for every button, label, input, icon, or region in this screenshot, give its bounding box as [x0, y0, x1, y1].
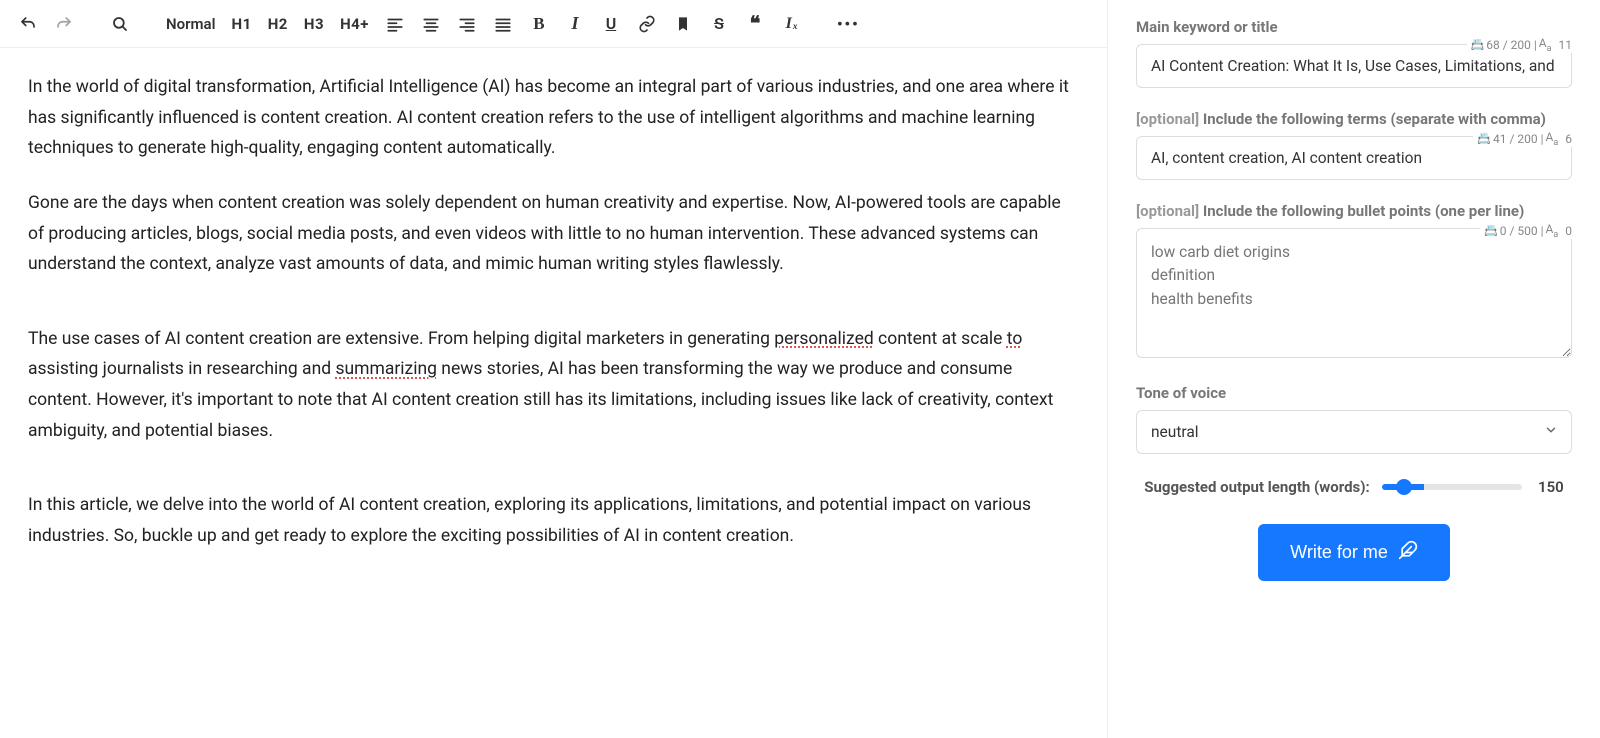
bullets-counter: 📇 0 / 500 | Aa 0: [1480, 222, 1572, 239]
undo-button[interactable]: [14, 10, 42, 38]
italic-button[interactable]: I: [561, 10, 589, 38]
editor-content[interactable]: In the world of digital transformation, …: [0, 48, 1107, 738]
bullets-field-group: [optional] Include the following bullet …: [1136, 202, 1572, 362]
char-count-icon: 📇: [1484, 224, 1498, 237]
char-count-icon: 📇: [1477, 132, 1491, 145]
text: content at scale: [874, 329, 1007, 349]
spellcheck-mark[interactable]: summarizing: [335, 359, 437, 379]
format-h1[interactable]: H1: [227, 10, 255, 38]
align-right-button[interactable]: [453, 10, 481, 38]
format-h2[interactable]: H2: [264, 10, 292, 38]
char-count-icon: 📇: [1471, 38, 1485, 51]
length-label: Suggested output length (words):: [1144, 478, 1370, 496]
tone-field-group: Tone of voice neutral: [1136, 384, 1572, 454]
spellcheck-mark[interactable]: personalized: [774, 329, 873, 349]
bullets-textarea[interactable]: [1136, 228, 1572, 358]
write-for-me-button[interactable]: Write for me: [1258, 524, 1450, 581]
toolbar: Normal H1 H2 H3 H4+ B I U S ❝ Ix •••: [0, 0, 1107, 48]
underline-button[interactable]: U: [597, 10, 625, 38]
length-slider-row: Suggested output length (words): 150: [1136, 478, 1572, 496]
redo-button[interactable]: [50, 10, 78, 38]
terms-counter: 📇 41 / 200 | Aa 6: [1473, 130, 1572, 147]
settings-panel: Main keyword or title 📇 68 / 200 | Aa 11…: [1108, 0, 1600, 738]
bullets-label-text: Include the following bullet points (one…: [1199, 202, 1524, 220]
link-button[interactable]: [633, 10, 661, 38]
char-count: 68 / 200 |: [1486, 38, 1537, 52]
clear-format-button[interactable]: Ix: [777, 10, 805, 38]
strikethrough-button[interactable]: S: [705, 10, 733, 38]
word-count-icon: Aa: [1546, 222, 1559, 239]
format-h4plus[interactable]: H4+: [336, 10, 373, 38]
terms-field-group: [optional] Include the following terms (…: [1136, 110, 1572, 180]
format-h3[interactable]: H3: [300, 10, 328, 38]
bookmark-button[interactable]: [669, 10, 697, 38]
bullets-label: [optional] Include the following bullet …: [1136, 202, 1572, 220]
word-count-icon: Aa: [1546, 130, 1559, 147]
paragraph[interactable]: Gone are the days when content creation …: [28, 188, 1079, 280]
tone-label: Tone of voice: [1136, 384, 1572, 402]
char-count: 0 / 500 |: [1500, 224, 1544, 238]
more-button[interactable]: •••: [833, 10, 864, 38]
paragraph[interactable]: In the world of digital transformation, …: [28, 72, 1079, 164]
editor-area: Normal H1 H2 H3 H4+ B I U S ❝ Ix ••• I: [0, 0, 1108, 738]
text: The use cases of AI content creation are…: [28, 329, 774, 349]
text: assisting journalists in researching and: [28, 359, 335, 379]
length-slider[interactable]: [1382, 484, 1522, 490]
align-left-button[interactable]: [381, 10, 409, 38]
paragraph[interactable]: The use cases of AI content creation are…: [28, 324, 1079, 447]
feather-icon: [1398, 540, 1418, 565]
write-button-label: Write for me: [1290, 542, 1388, 563]
align-justify-button[interactable]: [489, 10, 517, 38]
spellcheck-mark[interactable]: to: [1007, 329, 1023, 349]
char-count: 41 / 200 |: [1493, 132, 1544, 146]
format-normal[interactable]: Normal: [162, 10, 219, 38]
bold-button[interactable]: B: [525, 10, 553, 38]
word-count-icon: Aa: [1539, 36, 1552, 53]
blockquote-button[interactable]: ❝: [741, 10, 769, 38]
tone-select[interactable]: neutral: [1136, 410, 1572, 454]
word-count: 0: [1565, 224, 1572, 238]
keyword-field-group: Main keyword or title 📇 68 / 200 | Aa 11: [1136, 18, 1572, 88]
paragraph[interactable]: In this article, we delve into the world…: [28, 490, 1079, 551]
optional-tag: [optional]: [1136, 202, 1199, 220]
keyword-label: Main keyword or title: [1136, 18, 1572, 36]
terms-label-text: Include the following terms (separate wi…: [1199, 110, 1546, 128]
keyword-counter: 📇 68 / 200 | Aa 11: [1467, 36, 1572, 53]
word-count: 11: [1559, 38, 1573, 52]
length-value: 150: [1534, 478, 1564, 496]
align-center-button[interactable]: [417, 10, 445, 38]
word-count: 6: [1565, 132, 1572, 146]
optional-tag: [optional]: [1136, 110, 1199, 128]
terms-label: [optional] Include the following terms (…: [1136, 110, 1572, 128]
search-button[interactable]: [106, 10, 134, 38]
